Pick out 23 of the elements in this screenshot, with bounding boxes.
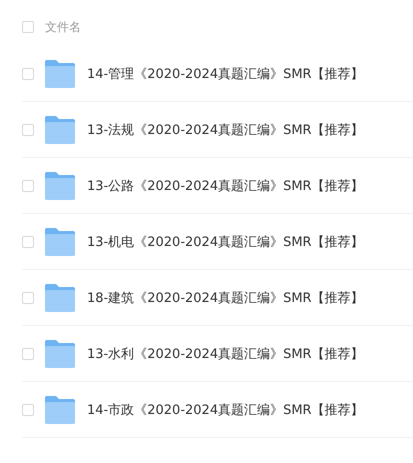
row-checkbox[interactable] bbox=[22, 68, 34, 80]
folder-icon bbox=[45, 172, 75, 200]
file-name[interactable]: 14-市政《2020-2024真题汇编》SMR【推荐】 bbox=[87, 400, 364, 418]
file-name[interactable]: 18-建筑《2020-2024真题汇编》SMR【推荐】 bbox=[87, 288, 364, 306]
file-name[interactable]: 13-公路《2020-2024真题汇编》SMR【推荐】 bbox=[87, 176, 364, 194]
row-checkbox[interactable] bbox=[22, 404, 34, 416]
row-checkbox[interactable] bbox=[22, 124, 34, 136]
column-header: 文件名 bbox=[45, 18, 81, 36]
row-checkbox[interactable] bbox=[22, 236, 34, 248]
file-name[interactable]: 13-水利《2020-2024真题汇编》SMR【推荐】 bbox=[87, 344, 364, 362]
file-name[interactable]: 14-管理《2020-2024真题汇编》SMR【推荐】 bbox=[87, 64, 364, 82]
folder-icon bbox=[45, 396, 75, 424]
select-all-checkbox[interactable] bbox=[22, 21, 34, 33]
row-checkbox[interactable] bbox=[22, 180, 34, 192]
folder-icon bbox=[45, 116, 75, 144]
file-name[interactable]: 13-法规《2020-2024真题汇编》SMR【推荐】 bbox=[87, 120, 364, 138]
row-checkbox[interactable] bbox=[22, 292, 34, 304]
row-checkbox[interactable] bbox=[22, 348, 34, 360]
file-name[interactable]: 13-机电《2020-2024真题汇编》SMR【推荐】 bbox=[87, 232, 364, 250]
folder-icon bbox=[45, 60, 75, 88]
folder-icon bbox=[45, 284, 75, 312]
folder-icon bbox=[45, 340, 75, 368]
folder-icon bbox=[45, 228, 75, 256]
